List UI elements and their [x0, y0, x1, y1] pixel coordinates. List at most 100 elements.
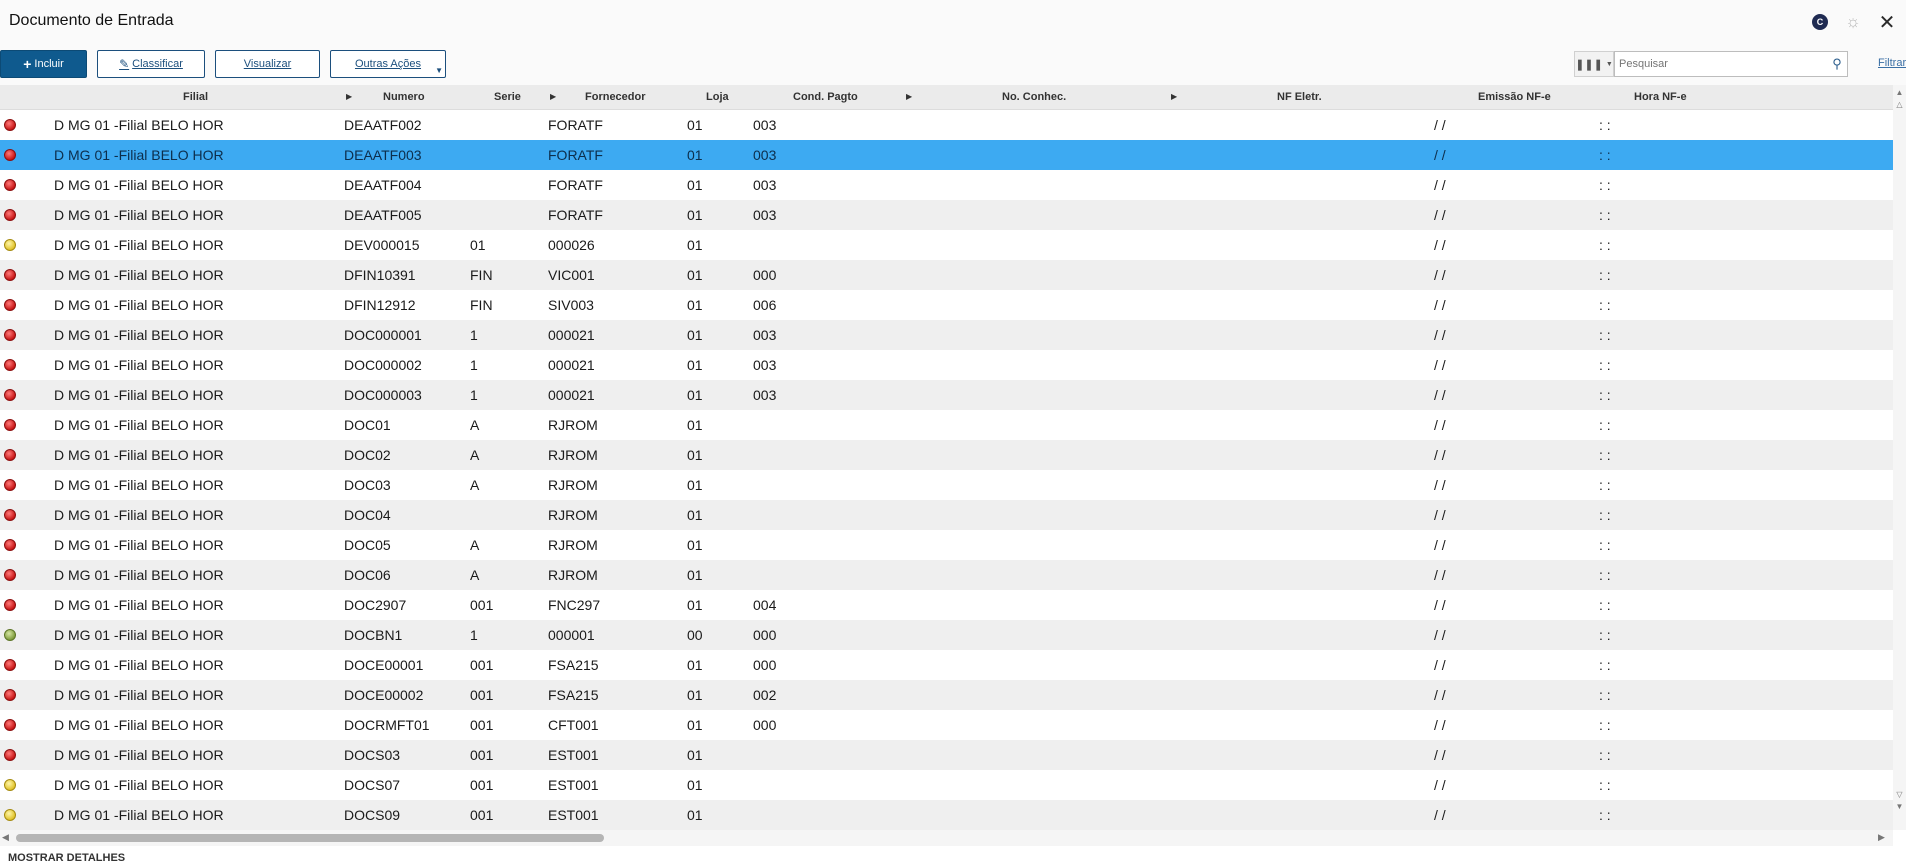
col-header-emissao-nfe[interactable]: Emissão NF-e: [1478, 85, 1551, 109]
col-header-numero[interactable]: Numero: [383, 85, 425, 109]
col-header-no-conhec[interactable]: No. Conhec.: [1002, 85, 1066, 109]
cell-emissao-nfe: / /: [1434, 267, 1446, 283]
expand-arrow-icon[interactable]: ▶: [550, 85, 556, 109]
table-row[interactable]: D MG 01 -Filial BELO HOR DOCE00001 001 FSA2…: [0, 650, 1893, 680]
table-row[interactable]: D MG 01 -Filial BELO HOR DOC03 A RJROM 01 / /…: [0, 470, 1893, 500]
table-row[interactable]: D MG 01 -Filial BELO HOR DOC2907 001 FNC297…: [0, 590, 1893, 620]
expand-arrow-icon[interactable]: ▶: [1171, 85, 1177, 109]
status-red-icon: [4, 539, 16, 551]
search-input[interactable]: [1615, 57, 1827, 71]
table-row[interactable]: D MG 01 -Filial BELO HOR DEAATF003 FORATF 0…: [0, 140, 1893, 170]
gear-icon[interactable]: ☼: [1844, 12, 1862, 31]
table-row[interactable]: D MG 01 -Filial BELO HOR DOCS07 001 EST001 0…: [0, 770, 1893, 800]
table-row[interactable]: D MG 01 -Filial BELO HOR DOCE00002 001 FSA2…: [0, 680, 1893, 710]
table-row[interactable]: D MG 01 -Filial BELO HOR DOCS09 001 EST001 0…: [0, 800, 1893, 830]
col-header-serie[interactable]: Serie: [494, 85, 521, 109]
table-row[interactable]: D MG 01 -Filial BELO HOR DOC000001 1 000021…: [0, 320, 1893, 350]
col-header-fornecedor[interactable]: Fornecedor: [585, 85, 646, 109]
cell-filial: D MG 01 -Filial BELO HOR: [54, 477, 224, 493]
cell-emissao-nfe: / /: [1434, 357, 1446, 373]
classificar-button[interactable]: ✎ Classificar: [97, 50, 205, 78]
cell-serie: 001: [470, 657, 494, 673]
table-row[interactable]: D MG 01 -Filial BELO HOR DOC02 A RJROM 01 / /…: [0, 440, 1893, 470]
table-row[interactable]: D MG 01 -Filial BELO HOR DOC06 A RJROM 01 / /…: [0, 560, 1893, 590]
scroll-top-icon[interactable]: ▲: [1893, 87, 1906, 99]
cell-numero: DEV000015: [344, 237, 420, 253]
scroll-up-icon[interactable]: △: [1893, 99, 1906, 111]
table-row[interactable]: D MG 01 -Filial BELO HOR DOCS03 001 EST001 0…: [0, 740, 1893, 770]
expand-arrow-icon[interactable]: ▶: [906, 85, 912, 109]
table-row[interactable]: D MG 01 -Filial BELO HOR DOC000003 1 000021…: [0, 380, 1893, 410]
table-row[interactable]: D MG 01 -Filial BELO HOR DOC01 A RJROM 01 / /…: [0, 410, 1893, 440]
table-row[interactable]: D MG 01 -Filial BELO HOR DOCRMFT01 001 CFT0…: [0, 710, 1893, 740]
status-red-icon: [4, 179, 16, 191]
expand-arrow-icon[interactable]: ▶: [346, 85, 352, 109]
status-red-icon: [4, 419, 16, 431]
status-red-icon: [4, 599, 16, 611]
horizontal-scroll-thumb[interactable]: [16, 834, 604, 842]
incluir-button[interactable]: + Incluir: [0, 50, 87, 78]
col-header-nf-eletr[interactable]: NF Eletr.: [1277, 85, 1322, 109]
cell-hora-nfe: : :: [1599, 807, 1611, 823]
cell-serie: A: [470, 537, 480, 553]
horizontal-scrollbar[interactable]: ◀ ▶: [0, 830, 1893, 846]
cell-hora-nfe: : :: [1599, 507, 1611, 523]
cell-cond-pagto: 000: [753, 717, 777, 733]
col-header-loja[interactable]: Loja: [706, 85, 729, 109]
status-yellow-icon: [4, 779, 16, 791]
col-header-cond-pagto[interactable]: Cond. Pagto: [793, 85, 858, 109]
cell-filial: D MG 01 -Filial BELO HOR: [54, 237, 224, 253]
col-header-hora-nfe[interactable]: Hora NF-e: [1634, 85, 1687, 109]
columns-toggle-button[interactable]: ❚❚❚ ▼: [1574, 51, 1614, 77]
cell-fornecedor: 000021: [548, 357, 595, 373]
close-icon[interactable]: ✕: [1876, 11, 1898, 34]
cell-serie: FIN: [470, 267, 493, 283]
cell-hora-nfe: : :: [1599, 237, 1611, 253]
filter-link[interactable]: Filtrar: [1878, 57, 1906, 69]
cell-fornecedor: RJROM: [548, 447, 598, 463]
scroll-left-icon[interactable]: ◀: [2, 832, 9, 843]
scroll-down-icon[interactable]: ▽: [1893, 789, 1906, 801]
cell-filial: D MG 01 -Filial BELO HOR: [54, 177, 224, 193]
show-details-link[interactable]: MOSTRAR DETALHES: [8, 852, 125, 864]
cell-numero: DOC000001: [344, 327, 422, 343]
scroll-right-icon[interactable]: ▶: [1878, 832, 1885, 843]
table-row[interactable]: D MG 01 -Filial BELO HOR DFIN12912 FIN SIV0…: [0, 290, 1893, 320]
status-red-icon: [4, 479, 16, 491]
table-row[interactable]: D MG 01 -Filial BELO HOR DOC000002 1 000021…: [0, 350, 1893, 380]
cell-fornecedor: EST001: [548, 747, 599, 763]
cell-filial: D MG 01 -Filial BELO HOR: [54, 417, 224, 433]
cell-hora-nfe: : :: [1599, 447, 1611, 463]
outras-acoes-button[interactable]: Outras Ações ▼: [330, 50, 446, 78]
cell-fornecedor: CFT001: [548, 717, 599, 733]
table-row[interactable]: D MG 01 -Filial BELO HOR DOC05 A RJROM 01 / /…: [0, 530, 1893, 560]
table-row[interactable]: D MG 01 -Filial BELO HOR DEV000015 01 00002…: [0, 230, 1893, 260]
cell-serie: A: [470, 477, 480, 493]
cell-loja: 01: [687, 147, 703, 163]
scroll-bottom-icon[interactable]: ▼: [1893, 801, 1906, 813]
columns-icon: ❚❚❚: [1575, 58, 1603, 71]
table-row[interactable]: D MG 01 -Filial BELO HOR DFIN10391 FIN VIC0…: [0, 260, 1893, 290]
cell-fornecedor: RJROM: [548, 567, 598, 583]
cell-loja: 01: [687, 447, 703, 463]
visualizar-label: Visualizar: [243, 58, 292, 70]
brand-circle-icon[interactable]: C: [1812, 14, 1828, 30]
vertical-scrollbar[interactable]: ▲ △ ▽ ▼: [1893, 85, 1906, 830]
cell-hora-nfe: : :: [1599, 477, 1611, 493]
table-row[interactable]: D MG 01 -Filial BELO HOR DEAATF002 FORATF 0…: [0, 110, 1893, 140]
status-red-icon: [4, 329, 16, 341]
table-row[interactable]: D MG 01 -Filial BELO HOR DOC04 RJROM 01 / /:…: [0, 500, 1893, 530]
cell-filial: D MG 01 -Filial BELO HOR: [54, 777, 224, 793]
col-header-filial[interactable]: Filial: [183, 85, 208, 109]
visualizar-button[interactable]: Visualizar: [215, 50, 320, 78]
search-icon[interactable]: ⚲: [1827, 56, 1847, 72]
cell-hora-nfe: : :: [1599, 627, 1611, 643]
cell-loja: 01: [687, 597, 703, 613]
table-row[interactable]: D MG 01 -Filial BELO HOR DEAATF005 FORATF 0…: [0, 200, 1893, 230]
cell-hora-nfe: : :: [1599, 717, 1611, 733]
cell-loja: 01: [687, 237, 703, 253]
cell-emissao-nfe: / /: [1434, 537, 1446, 553]
table-row[interactable]: D MG 01 -Filial BELO HOR DEAATF004 FORATF 0…: [0, 170, 1893, 200]
table-row[interactable]: D MG 01 -Filial BELO HOR DOCBN1 1 000001 00 0…: [0, 620, 1893, 650]
cell-fornecedor: EST001: [548, 777, 599, 793]
